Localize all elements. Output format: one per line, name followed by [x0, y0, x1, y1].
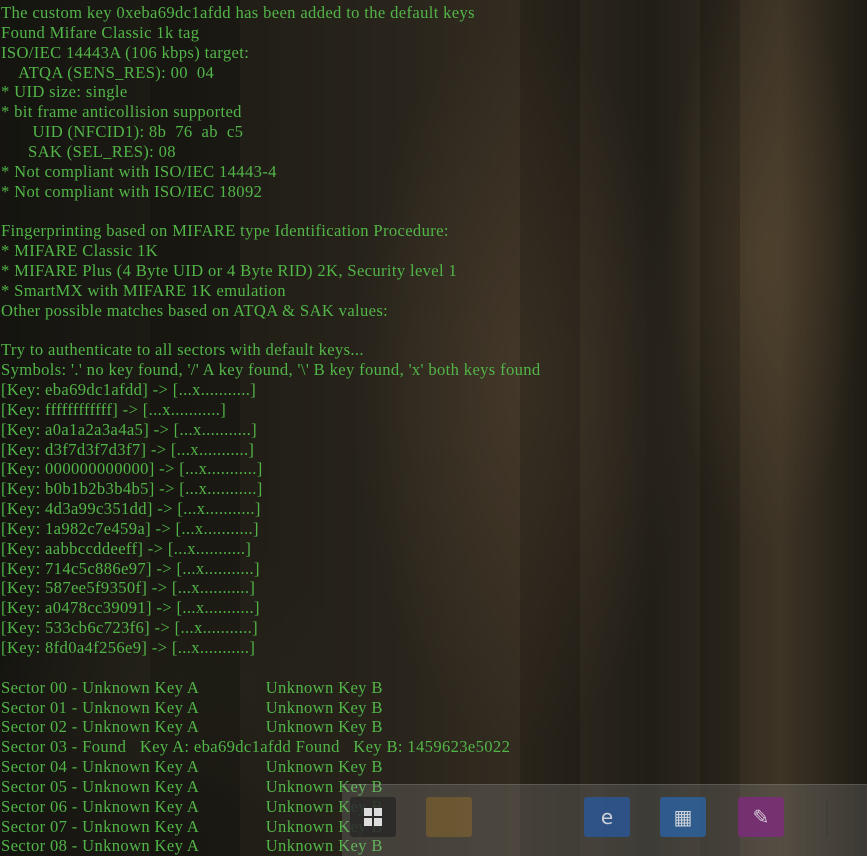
terminal-line: [Key: eba69dc1afdd] -> [...x...........]	[1, 380, 257, 400]
terminal-line: * SmartMX with MIFARE 1K emulation	[1, 280, 286, 300]
taskbar: e ▦ ✎	[342, 784, 867, 856]
terminal-line: Fingerprinting based on MIFARE type Iden…	[1, 221, 449, 241]
terminal-line: Found Mifare Classic 1k tag	[1, 22, 200, 42]
taskbar-app-button[interactable]: ▦	[660, 797, 706, 837]
terminal-line: The custom key 0xeba69dc1afdd has been a…	[1, 3, 475, 22]
terminal-line: Symbols: '.' no key found, '/' A key fou…	[1, 360, 541, 380]
terminal-line: Sector 04 - Unknown Key A Unknown Key B	[1, 757, 383, 777]
terminal-line: [Key: a0478cc39091] -> [...x...........]	[1, 598, 260, 618]
terminal-line: * MIFARE Classic 1K	[1, 241, 159, 261]
app-icon: ▦	[673, 805, 693, 829]
terminal-line: [Key: 4d3a99c351dd] -> [...x...........]	[1, 499, 261, 519]
terminal-line: * MIFARE Plus (4 Byte UID or 4 Byte RID)…	[1, 260, 458, 280]
terminal-line: [Key: 533cb6c723f6] -> [...x...........]	[1, 618, 258, 638]
tools-icon: ✎	[752, 805, 770, 829]
terminal-line: Sector 02 - Unknown Key A Unknown Key B	[1, 717, 383, 737]
terminal-line: [Key: aabbccddeeff] -> [...x...........]	[1, 538, 252, 558]
terminal-line: [Key: 714c5c886e97] -> [...x...........]	[1, 558, 260, 578]
terminal-line: * Not compliant with ISO/IEC 14443-4	[1, 161, 277, 181]
terminal-line: ISO/IEC 14443A (106 kbps) target:	[1, 42, 250, 62]
terminal-line: * bit frame anticollision supported	[1, 102, 242, 122]
terminal-line: SAK (SEL_RES): 08	[1, 141, 176, 161]
terminal-line: [Key: 000000000000] -> [...x...........]	[1, 459, 263, 479]
taskbar-tools-button[interactable]: ✎	[738, 797, 784, 837]
terminal-output[interactable]: The custom key 0xeba69dc1afdd has been a…	[1, 3, 867, 856]
terminal-line: Try to authenticate to all sectors with …	[1, 340, 364, 360]
terminal-line: Other possible matches based on ATQA & S…	[1, 300, 389, 320]
terminal-line: * Not compliant with ISO/IEC 18092	[1, 181, 263, 201]
terminal-line: * UID size: single	[1, 82, 128, 102]
terminal-line: [Key: 1a982c7e459a] -> [...x...........]	[1, 518, 259, 538]
start-icon	[350, 797, 396, 837]
terminal-line: [Key: b0b1b2b3b4b5] -> [...x...........]	[1, 479, 263, 499]
terminal-line: [Key: d3f7d3f7d3f7] -> [...x...........]	[1, 439, 255, 459]
terminal-line: [Key: 587ee5f9350f] -> [...x...........]	[1, 578, 256, 598]
terminal-line: Sector 01 - Unknown Key A Unknown Key B	[1, 697, 383, 717]
terminal-line: UID (NFCID1): 8b 76 ab c5	[1, 122, 244, 142]
terminal-line: ATQA (SENS_RES): 00 04	[1, 62, 215, 82]
terminal-line: [Key: ffffffffffff] -> [...x...........]	[1, 399, 227, 419]
terminal-line: Sector 03 - Found Key A: eba69dc1afdd Fo…	[1, 737, 511, 757]
app-icon	[426, 797, 472, 837]
terminal-line: Sector 00 - Unknown Key A Unknown Key B	[1, 677, 383, 697]
taskbar-app-button[interactable]	[426, 797, 472, 837]
terminal-line: [Key: 8fd0a4f256e9] -> [...x...........]	[1, 638, 256, 657]
desktop-screen: The custom key 0xeba69dc1afdd has been a…	[0, 0, 867, 856]
ie-icon: e	[600, 805, 614, 829]
terminal-line: [Key: a0a1a2a3a4a5] -> [...x...........]	[1, 419, 258, 439]
start-button[interactable]	[350, 797, 396, 837]
taskbar-separator	[826, 799, 828, 837]
taskbar-ie-button[interactable]: e	[584, 797, 630, 837]
